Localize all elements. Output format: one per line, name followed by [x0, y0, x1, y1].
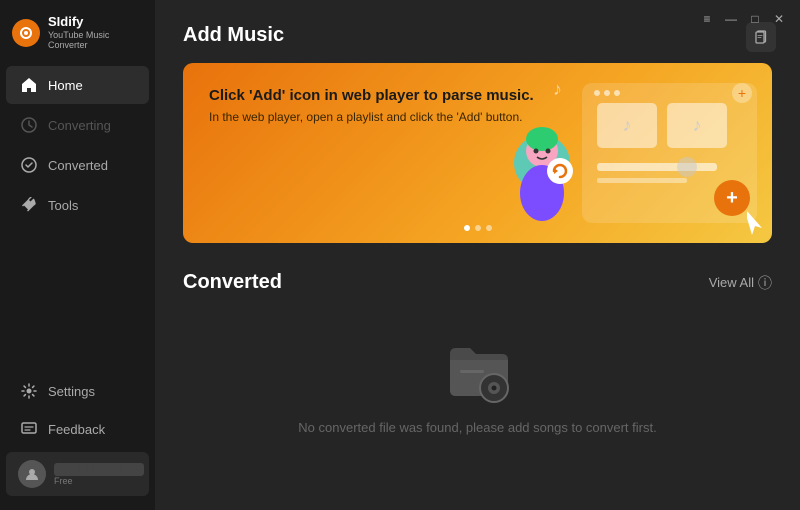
empty-icon	[442, 334, 514, 406]
banner-dots	[464, 225, 492, 231]
user-bar[interactable]: ████████████ Free	[6, 452, 149, 496]
app-title: SIdify	[48, 14, 143, 30]
sidebar-item-tools[interactable]: Tools	[6, 186, 149, 224]
banner-text: Click 'Add' icon in web player to parse …	[209, 87, 534, 124]
title-bar: ≡ — □ ✕	[686, 0, 800, 38]
user-avatar	[18, 460, 46, 488]
sidebar-item-converted[interactable]: Converted	[6, 146, 149, 184]
feedback-label: Feedback	[48, 422, 105, 437]
minimize-button[interactable]: —	[720, 8, 742, 30]
svg-text:+: +	[726, 187, 738, 209]
svg-text:+: +	[738, 85, 746, 101]
sidebar: SIdify YouTube Music Converter Home Conv…	[0, 0, 155, 510]
sidebar-nav: Home Converting Converted	[0, 61, 155, 372]
converted-icon	[20, 156, 38, 174]
feedback-item[interactable]: Feedback	[6, 411, 149, 447]
feedback-icon	[20, 420, 38, 438]
dot-1	[464, 225, 470, 231]
sidebar-item-tools-label: Tools	[48, 198, 78, 213]
home-icon	[20, 76, 38, 94]
maximize-button[interactable]: □	[744, 8, 766, 30]
converting-icon	[20, 116, 38, 134]
add-music-banner: Click 'Add' icon in web player to parse …	[183, 63, 772, 243]
sidebar-item-converting: Converting	[6, 106, 149, 144]
svg-text:♪: ♪	[693, 115, 702, 135]
dot-3	[486, 225, 492, 231]
view-all-link[interactable]: View All ⓘ	[709, 273, 772, 293]
dot-2	[475, 225, 481, 231]
sidebar-bottom: Settings Feedback ████████████ Free	[0, 372, 155, 510]
settings-label: Settings	[48, 384, 95, 399]
add-music-title: Add Music	[183, 24, 772, 47]
banner-main-text: Click 'Add' icon in web player to parse …	[209, 87, 534, 104]
converted-title: Converted	[183, 271, 282, 294]
menu-button[interactable]: ≡	[696, 8, 718, 30]
app-logo: SIdify YouTube Music Converter	[0, 0, 155, 61]
banner-sub-text: In the web player, open a playlist and c…	[209, 110, 534, 124]
user-info: ████████████ Free	[54, 463, 144, 486]
empty-text: No converted file was found, please add …	[298, 420, 656, 435]
view-all-label: View All	[709, 275, 754, 290]
sidebar-item-converting-label: Converting	[48, 118, 111, 133]
user-sub: Free	[54, 476, 144, 486]
logo-icon	[12, 19, 40, 47]
user-name: ████████████	[54, 463, 144, 476]
logo-text: SIdify YouTube Music Converter	[48, 14, 143, 51]
settings-icon	[20, 382, 38, 400]
settings-item[interactable]: Settings	[6, 373, 149, 409]
sidebar-item-converted-label: Converted	[48, 158, 108, 173]
app-subtitle: YouTube Music Converter	[48, 30, 143, 52]
main-inner: Add Music Click 'Add' icon in web player…	[155, 0, 800, 485]
main-content: Add Music Click 'Add' icon in web player…	[155, 0, 800, 510]
sidebar-item-home-label: Home	[48, 78, 83, 93]
close-button[interactable]: ✕	[768, 8, 790, 30]
tools-icon	[20, 196, 38, 214]
empty-state: No converted file was found, please add …	[183, 314, 772, 465]
converted-header: Converted View All ⓘ	[183, 271, 772, 294]
sidebar-item-home[interactable]: Home	[6, 66, 149, 104]
svg-text:♪: ♪	[623, 115, 632, 135]
view-all-icon: ⓘ	[758, 273, 772, 293]
